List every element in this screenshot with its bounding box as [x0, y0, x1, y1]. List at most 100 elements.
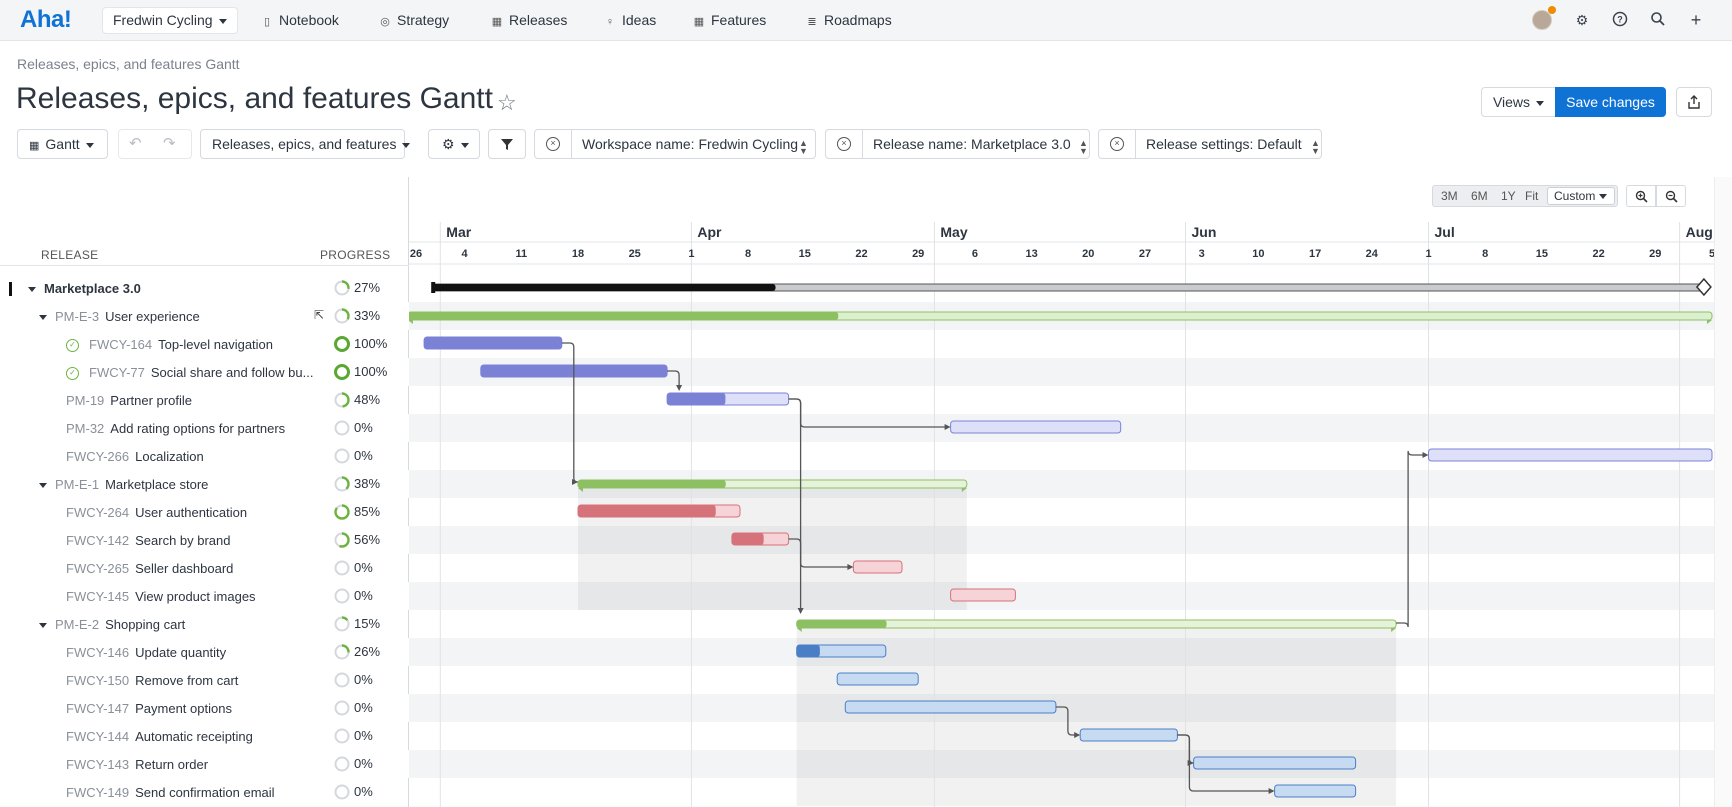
feature-row[interactable]: FWCY-266 Localization 0%	[0, 442, 409, 470]
record-name[interactable]: Search by brand	[135, 533, 230, 548]
zoom-out-button[interactable]	[1656, 185, 1686, 207]
record-key[interactable]: FWCY-266	[66, 449, 129, 464]
nav-strategy[interactable]: ◎ Strategy	[379, 12, 449, 28]
redo-icon[interactable]: ↷	[163, 130, 176, 158]
record-name[interactable]: Localization	[135, 449, 204, 464]
record-name[interactable]: Remove from cart	[135, 673, 238, 688]
record-key[interactable]: FWCY-146	[66, 645, 129, 660]
column-header-progress[interactable]: PROGRESS	[320, 248, 390, 262]
record-key[interactable]: FWCY-143	[66, 757, 129, 772]
record-name[interactable]: Marketplace 3.0	[44, 281, 141, 296]
record-key[interactable]: FWCY-147	[66, 701, 129, 716]
clear-filter-icon[interactable]: ×	[837, 137, 851, 151]
feature-row[interactable]: FWCY-147 Payment options 0%	[0, 694, 409, 722]
views-button[interactable]: Views	[1481, 87, 1556, 117]
clear-filter-icon[interactable]: ×	[1110, 137, 1124, 151]
collapse-caret-icon[interactable]	[39, 623, 47, 629]
record-name[interactable]: Update quantity	[135, 645, 226, 660]
feature-row[interactable]: FWCY-265 Seller dashboard 0%	[0, 554, 409, 582]
feature-row[interactable]: FWCY-142 Search by brand 56%	[0, 526, 409, 554]
workspace-filter[interactable]: × Workspace name: Fredwin Cycling ▲ ▼	[534, 129, 816, 159]
gantt-chart[interactable]: Mar Apr May Jun Jul Aug 26 4 11 18 25 1 8 15 22 29 6 13 20…	[409, 177, 1714, 807]
collapse-caret-icon[interactable]	[39, 483, 47, 489]
workspace-selector[interactable]: Fredwin Cycling	[102, 7, 238, 34]
vertical-scrollbar[interactable]	[1714, 177, 1732, 807]
record-name[interactable]: Automatic receipting	[135, 729, 253, 744]
share-button[interactable]	[1676, 87, 1712, 117]
record-key[interactable]: FWCY-142	[66, 533, 129, 548]
record-key[interactable]: FWCY-265	[66, 561, 129, 576]
feature-row[interactable]: FWCY-264 User authentication 85%	[0, 498, 409, 526]
feature-row[interactable]: ✓ FWCY-77 Social share and follow bu... 10…	[0, 358, 409, 386]
record-key[interactable]: FWCY-144	[66, 729, 129, 744]
undo-icon[interactable]: ↶	[129, 130, 142, 158]
epic-row[interactable]: PM-E-3 User experience ⇱ 33%	[0, 302, 409, 330]
collapse-caret-icon[interactable]	[39, 315, 47, 321]
zoom-1y-button[interactable]: 1Y	[1501, 186, 1516, 206]
feature-row[interactable]: FWCY-146 Update quantity 26%	[0, 638, 409, 666]
zoom-6m-button[interactable]: 6M	[1471, 186, 1488, 206]
help-icon[interactable]: ?	[1611, 11, 1629, 29]
nav-features[interactable]: ▦ Features	[693, 12, 766, 28]
feature-row[interactable]: PM-32 Add rating options for partners 0%	[0, 414, 409, 442]
search-icon[interactable]	[1649, 11, 1667, 29]
record-name[interactable]: Return order	[135, 757, 208, 772]
record-key[interactable]: PM-E-1	[55, 477, 99, 492]
record-key[interactable]: FWCY-149	[66, 785, 129, 800]
feature-row[interactable]: FWCY-143 Return order 0%	[0, 750, 409, 778]
feature-row[interactable]: FWCY-144 Automatic receipting 0%	[0, 722, 409, 750]
external-link-icon[interactable]: ⇱	[314, 308, 324, 322]
release-filter[interactable]: × Release name: Marketplace 3.0 ▲ ▼	[825, 129, 1090, 159]
epic-row[interactable]: PM-E-2 Shopping cart 15%	[0, 610, 409, 638]
gear-icon[interactable]: ⚙	[1573, 11, 1591, 29]
zoom-3m-button[interactable]: 3M	[1441, 186, 1458, 206]
nav-roadmaps[interactable]: ≣ Roadmaps	[806, 12, 891, 28]
nav-notebook[interactable]: ▯ Notebook	[261, 12, 339, 28]
record-name[interactable]: Seller dashboard	[135, 561, 233, 576]
plus-icon[interactable]: +	[1687, 11, 1705, 29]
filter-button[interactable]	[488, 129, 526, 159]
star-icon[interactable]: ☆	[497, 90, 517, 116]
record-name[interactable]: Marketplace store	[105, 477, 208, 492]
zoom-fit-button[interactable]: Fit	[1525, 186, 1538, 206]
record-name[interactable]: View product images	[135, 589, 255, 604]
record-key[interactable]: PM-E-3	[55, 309, 99, 324]
record-key[interactable]: FWCY-264	[66, 505, 129, 520]
release-settings-filter[interactable]: × Release settings: Default ▲ ▼	[1098, 129, 1322, 159]
record-key[interactable]: FWCY-164	[89, 337, 152, 352]
zoom-in-button[interactable]	[1626, 185, 1656, 207]
view-type-dropdown[interactable]: ▦ Gantt	[17, 129, 108, 159]
feature-row[interactable]: FWCY-150 Remove from cart 0%	[0, 666, 409, 694]
record-name[interactable]: Shopping cart	[105, 617, 185, 632]
record-name[interactable]: Send confirmation email	[135, 785, 274, 800]
epic-row[interactable]: PM-E-1 Marketplace store 38%	[0, 470, 409, 498]
save-changes-button[interactable]: Save changes	[1555, 87, 1666, 117]
record-name[interactable]: User experience	[105, 309, 200, 324]
record-key[interactable]: FWCY-77	[89, 365, 145, 380]
record-name[interactable]: Partner profile	[110, 393, 192, 408]
record-name[interactable]: Top-level navigation	[158, 337, 273, 352]
records-dropdown[interactable]: Releases, epics, and features	[200, 129, 411, 159]
nav-ideas[interactable]: ♀ Ideas	[604, 12, 656, 28]
collapse-caret-icon[interactable]	[28, 287, 36, 293]
feature-row[interactable]: PM-19 Partner profile 48%	[0, 386, 409, 414]
column-header-release[interactable]: RELEASE	[41, 248, 98, 262]
zoom-custom-dropdown[interactable]: Custom	[1547, 187, 1615, 205]
breadcrumb[interactable]: Releases, epics, and features Gantt	[17, 56, 240, 72]
record-key[interactable]: FWCY-150	[66, 673, 129, 688]
feature-row[interactable]: ✓ FWCY-164 Top-level navigation 100%	[0, 330, 409, 358]
feature-row[interactable]: FWCY-145 View product images 0%	[0, 582, 409, 610]
clear-filter-icon[interactable]: ×	[546, 137, 560, 151]
record-name[interactable]: Payment options	[135, 701, 232, 716]
record-name[interactable]: Add rating options for partners	[110, 421, 285, 436]
record-key[interactable]: PM-32	[66, 421, 104, 436]
nav-releases[interactable]: ▦ Releases	[491, 12, 568, 28]
aha-logo[interactable]: Aha!	[20, 6, 72, 34]
record-name[interactable]: User authentication	[135, 505, 247, 520]
settings-dropdown[interactable]: ⚙	[428, 129, 480, 159]
record-name[interactable]: Social share and follow bu...	[151, 365, 314, 380]
feature-row[interactable]: FWCY-149 Send confirmation email 0%	[0, 778, 409, 806]
record-key[interactable]: PM-E-2	[55, 617, 99, 632]
release-row[interactable]: Marketplace 3.0 27%	[0, 274, 409, 302]
record-key[interactable]: FWCY-145	[66, 589, 129, 604]
